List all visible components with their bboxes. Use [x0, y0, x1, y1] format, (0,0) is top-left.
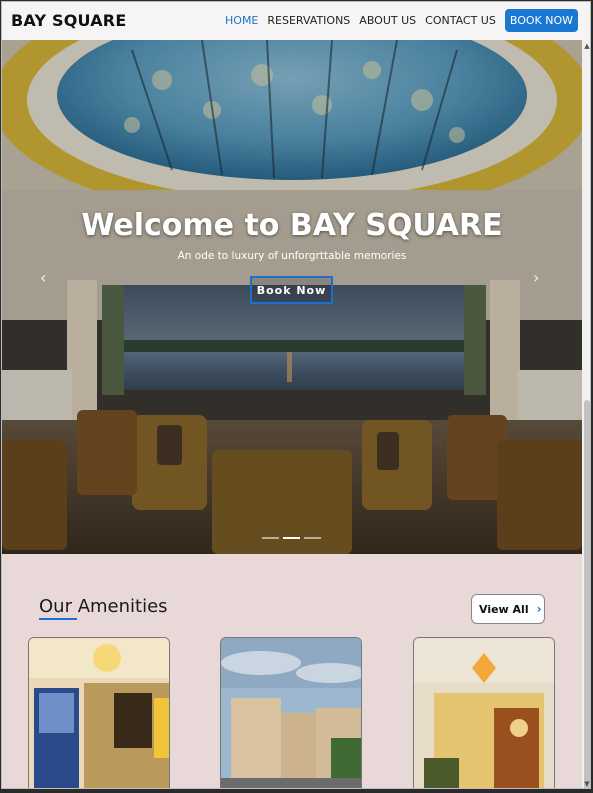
amenity-card-building[interactable]: [220, 637, 362, 788]
amenities-title: Our Amenities: [39, 596, 168, 617]
carousel-indicator-active[interactable]: [283, 537, 300, 539]
carousel-next-icon[interactable]: ›: [533, 268, 539, 287]
hero-book-now-button[interactable]: Book Now: [250, 276, 333, 304]
nav-contact-us[interactable]: CONTACT US: [425, 14, 496, 27]
scrollbar[interactable]: ▲ ▼: [582, 40, 590, 788]
book-now-nav-button[interactable]: BOOK NOW: [504, 9, 578, 32]
amenity-image-lobby: [29, 638, 169, 788]
chevron-right-icon: ›: [536, 602, 542, 616]
browser-viewport: BAY SQUARE HOME RESERVATIONS ABOUT US CO…: [1, 1, 591, 789]
nav-home[interactable]: HOME: [225, 14, 258, 27]
scroll-down-arrow-icon[interactable]: ▼: [583, 780, 590, 788]
amenities-title-underline: [39, 618, 77, 620]
carousel-indicators: [262, 537, 325, 539]
scrollbar-thumb[interactable]: [584, 400, 590, 788]
nav-links: HOME RESERVATIONS ABOUT US CONTACT US BO…: [216, 9, 578, 32]
hero-carousel: ‹ › Welcome to BAY SQUARE An ode to luxu…: [2, 40, 582, 554]
amenity-card-lobby[interactable]: [28, 637, 170, 788]
window-bottom-edge: [0, 789, 593, 793]
carousel-prev-icon[interactable]: ‹: [40, 268, 46, 287]
hero-subtitle: An ode to luxury of unforgrttable memori…: [177, 250, 407, 262]
amenity-image-building: [221, 638, 361, 788]
hero-title: Welcome to BAY SQUARE: [81, 208, 503, 243]
carousel-indicator[interactable]: [262, 537, 279, 539]
view-all-button[interactable]: View All ›: [471, 594, 545, 624]
amenity-card-interior[interactable]: [413, 637, 555, 788]
scroll-up-arrow-icon[interactable]: ▲: [583, 42, 590, 50]
carousel-indicator[interactable]: [304, 537, 321, 539]
amenity-image-interior: [414, 638, 554, 788]
view-all-label: View All: [479, 602, 529, 616]
brand-logo[interactable]: BAY SQUARE: [11, 11, 126, 30]
nav-about-us[interactable]: ABOUT US: [359, 14, 416, 27]
navbar: BAY SQUARE HOME RESERVATIONS ABOUT US CO…: [2, 2, 590, 40]
nav-reservations[interactable]: RESERVATIONS: [267, 14, 350, 27]
